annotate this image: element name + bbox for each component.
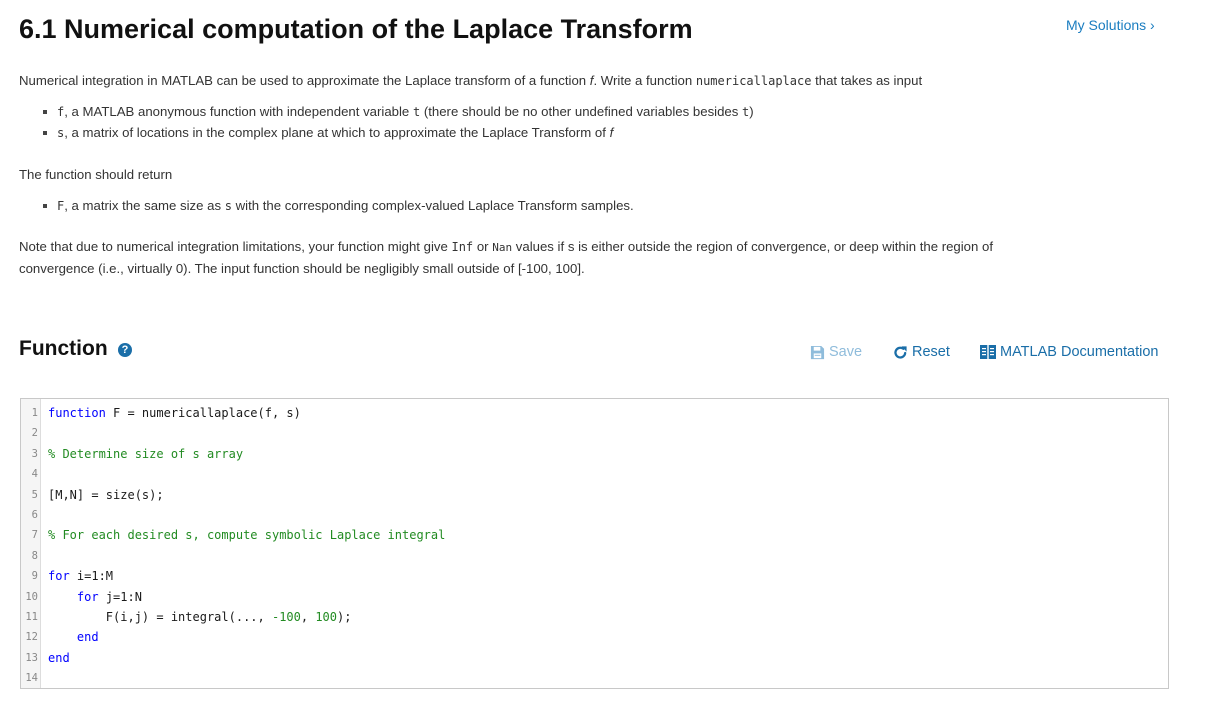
output-text-after: with the corresponding complex-valued La… bbox=[231, 198, 634, 213]
line-number: 7 bbox=[31, 529, 38, 542]
code-line[interactable]: 7 % For each desired s, compute symbolic … bbox=[21, 525, 1168, 545]
save-icon bbox=[810, 345, 825, 359]
code-keyword: for bbox=[76, 589, 99, 604]
code-text: [M,N] = size(s); bbox=[48, 485, 164, 505]
page-title: 6.1 Numerical computation of the Laplace… bbox=[19, 14, 693, 44]
input-s-f: f bbox=[609, 125, 614, 140]
intro-text: Numerical integration in MATLAB can be u… bbox=[19, 73, 590, 88]
my-solutions-label: My Solutions bbox=[1066, 17, 1147, 33]
code-token: ); bbox=[337, 610, 352, 624]
line-number: 2 bbox=[31, 427, 38, 440]
code-token: j=1:N bbox=[98, 589, 142, 604]
line-number: 5 bbox=[31, 488, 38, 501]
reset-label: Reset bbox=[912, 344, 950, 360]
code-text: F(i,j) = integral(..., -100, 100); bbox=[48, 607, 352, 627]
line-number: 6 bbox=[31, 509, 38, 521]
function-section-title: Function bbox=[19, 337, 108, 360]
code-line[interactable]: 14 bbox=[21, 668, 1168, 688]
code-line[interactable]: 2 bbox=[21, 423, 1168, 443]
code-keyword: end bbox=[48, 650, 70, 665]
line-number: 13 bbox=[25, 651, 38, 664]
help-icon[interactable]: ? bbox=[118, 343, 132, 357]
code-line[interactable]: 8 bbox=[21, 546, 1168, 566]
intro-text-middle: . Write a function bbox=[593, 73, 696, 88]
save-button[interactable]: Save bbox=[810, 344, 862, 360]
code-number: -100 bbox=[271, 610, 301, 624]
line-number: 8 bbox=[31, 549, 38, 562]
code-text: for j=1:N bbox=[48, 587, 142, 607]
code-line[interactable]: 11 F(i,j) = integral(..., -100, 100); bbox=[21, 607, 1168, 627]
line-number: 11 bbox=[25, 611, 38, 623]
code-line[interactable]: 12 end bbox=[21, 627, 1168, 647]
chevron-right-icon: › bbox=[1150, 17, 1155, 33]
output-text: , a matrix the same size as bbox=[64, 198, 225, 213]
intro-paragraph: Numerical integration in MATLAB can be u… bbox=[19, 70, 922, 92]
code-text: % Determine size of s array bbox=[48, 444, 243, 464]
output-list: F, a matrix the same size as s with the … bbox=[43, 195, 634, 216]
input-s-text: , a matrix of locations in the complex p… bbox=[64, 125, 610, 140]
intro-text-after: that takes as input bbox=[811, 73, 923, 88]
reset-button[interactable]: Reset bbox=[893, 344, 950, 360]
save-label: Save bbox=[829, 344, 863, 360]
input-f-text-end: ) bbox=[749, 104, 754, 119]
nan-code: Nan bbox=[492, 241, 513, 254]
documentation-label: MATLAB Documentation bbox=[1000, 344, 1159, 360]
code-line[interactable]: 13 end bbox=[21, 648, 1168, 668]
return-intro: The function should return bbox=[19, 167, 173, 182]
reset-icon bbox=[894, 345, 907, 359]
code-keyword: end bbox=[76, 630, 99, 645]
list-item: f, a MATLAB anonymous function with inde… bbox=[43, 101, 754, 122]
code-line[interactable]: 5 [M,N] = size(s); bbox=[21, 485, 1168, 505]
my-solutions-link[interactable]: My Solutions › bbox=[1066, 17, 1155, 33]
note-text-after: values if s is either outside the region… bbox=[512, 239, 994, 254]
code-text: for i=1:M bbox=[48, 566, 113, 586]
code-token: , bbox=[300, 610, 316, 624]
code-text: end bbox=[48, 648, 70, 668]
line-number: 12 bbox=[25, 631, 38, 644]
code-token: [M,N] = size(s); bbox=[48, 487, 164, 502]
note-text-line2: convergence (i.e., virtually 0). The inp… bbox=[19, 261, 585, 276]
code-keyword: for bbox=[48, 569, 70, 584]
list-item: s, a matrix of locations in the complex … bbox=[43, 122, 754, 143]
note-or: or bbox=[473, 239, 493, 254]
list-item: F, a matrix the same size as s with the … bbox=[43, 195, 634, 216]
code-number: 100 bbox=[315, 610, 338, 624]
note-paragraph: Note that due to numerical integration l… bbox=[19, 236, 993, 279]
input-f-text-after: (there should be no other undefined vari… bbox=[420, 104, 743, 119]
function-name-code: numericallaplace bbox=[695, 74, 812, 88]
code-line[interactable]: 3 % Determine size of s array bbox=[21, 444, 1168, 464]
line-number: 1 bbox=[31, 407, 38, 419]
input-list: f , a MATLAB anonymous function with inde… bbox=[43, 101, 754, 143]
code-text: end bbox=[48, 627, 99, 647]
code-line[interactable]: 4 bbox=[21, 464, 1168, 484]
inf-code: Inf bbox=[451, 240, 474, 254]
code-editor[interactable]: 1 function F = numericallaplace(f, s) 2 3 % … bbox=[20, 398, 1169, 689]
note-text: Note that due to numerical integration l… bbox=[19, 239, 452, 254]
code-comment: % Determine size of s array bbox=[48, 446, 244, 461]
code-line[interactable]: 6 bbox=[21, 505, 1168, 525]
book-icon bbox=[980, 345, 996, 359]
line-number: 9 bbox=[31, 570, 38, 583]
line-number: 4 bbox=[31, 468, 38, 481]
line-number: 3 bbox=[31, 447, 38, 460]
code-keyword: function bbox=[48, 406, 106, 420]
code-line[interactable]: 1 function F = numericallaplace(f, s) bbox=[21, 403, 1168, 423]
code-text: % For each desired s, compute symbolic L… bbox=[48, 525, 445, 545]
code-line[interactable]: 9 for i=1:M bbox=[21, 566, 1168, 586]
code-line[interactable]: 10 for j=1:N bbox=[21, 587, 1168, 607]
code-comment: % For each desired s, compute symbolic L… bbox=[48, 528, 446, 543]
input-f-text: , a MATLAB anonymous function with indep… bbox=[64, 104, 413, 119]
code-text: function F = numericallaplace(f, s) bbox=[48, 403, 301, 423]
output-s-code: s bbox=[224, 199, 232, 213]
code-token: i=1:M bbox=[69, 569, 114, 584]
code-token: F(i,j) = integral(..., bbox=[48, 610, 272, 624]
matlab-documentation-link[interactable]: MATLAB Documentation bbox=[980, 344, 1159, 360]
line-number: 14 bbox=[25, 672, 38, 685]
code-token: F = numericallaplace(f, s) bbox=[105, 406, 301, 420]
line-number: 10 bbox=[25, 590, 38, 603]
